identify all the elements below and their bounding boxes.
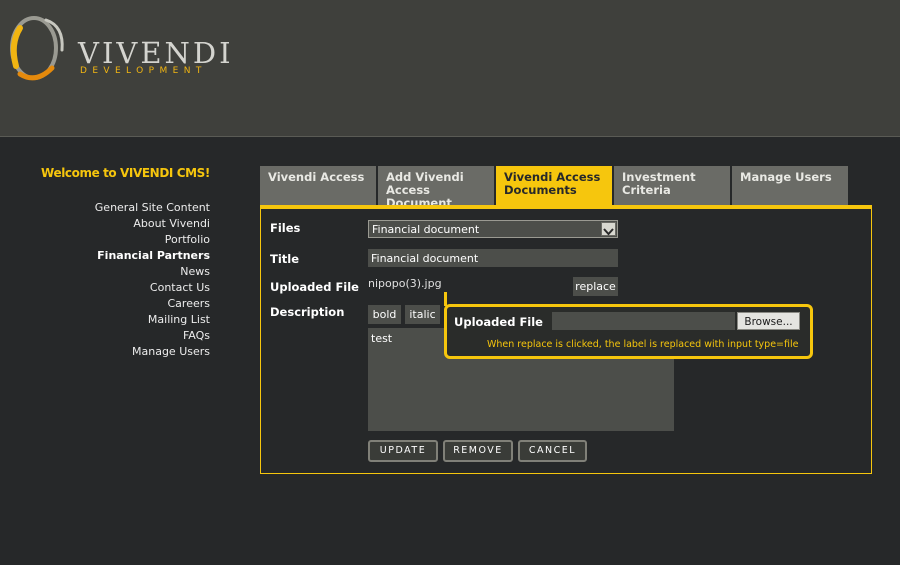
description-label: Description <box>270 305 345 319</box>
files-label: Files <box>270 221 301 235</box>
cancel-button[interactable]: CANCEL <box>518 440 587 462</box>
tab-vivendi-access[interactable]: Vivendi Access <box>260 166 376 205</box>
sidebar-item-general-site-content[interactable]: General Site Content <box>95 200 210 216</box>
browse-button[interactable]: Browse... <box>737 312 800 330</box>
tab-vivendi-access-documents[interactable]: Vivendi Access Documents <box>496 166 612 205</box>
sidebar-item-contact-us[interactable]: Contact Us <box>95 280 210 296</box>
tab-investment-criteria[interactable]: Investment Criteria <box>614 166 730 205</box>
file-path-input[interactable] <box>552 312 735 330</box>
tab-add-vivendi-access-document[interactable]: Add Vivendi Access Document <box>378 166 494 210</box>
sidebar-item-manage-users[interactable]: Manage Users <box>95 344 210 360</box>
update-button[interactable]: UPDATE <box>368 440 438 462</box>
callout-note: When replace is clicked, the label is re… <box>487 339 799 350</box>
welcome-title: Welcome to VIVENDI CMS! <box>41 166 210 180</box>
sidebar-item-mailing-list[interactable]: Mailing List <box>95 312 210 328</box>
tab-label: Vivendi Access <box>268 170 365 184</box>
italic-button[interactable]: italic <box>405 305 440 324</box>
title-input[interactable] <box>368 249 618 267</box>
sidebar-item-careers[interactable]: Careers <box>95 296 211 312</box>
uploaded-file-label: Uploaded File <box>270 280 359 294</box>
remove-button[interactable]: REMOVE <box>443 440 513 462</box>
callout-uploaded-file-label: Uploaded File <box>454 315 543 329</box>
sidebar-item-portfolio[interactable]: Portfolio <box>95 232 210 248</box>
sidebar-nav: General Site Content About Vivendi Portf… <box>95 200 210 360</box>
sidebar-item-news[interactable]: News <box>95 264 210 280</box>
tab-label: Manage Users <box>740 170 832 184</box>
uploaded-filename: nipopo(3).jpg <box>368 277 442 290</box>
files-select-value: Financial document <box>372 223 480 236</box>
title-label: Title <box>270 252 300 266</box>
uploaded-file-callout: Uploaded File Browse... When replace is … <box>444 304 813 359</box>
bold-button[interactable]: bold <box>368 305 401 324</box>
chevron-down-icon[interactable] <box>601 222 616 236</box>
tab-label-line2: Criteria <box>622 183 671 197</box>
replace-button[interactable]: replace <box>573 277 618 296</box>
brand-name: VIVENDI <box>78 36 234 70</box>
sidebar-item-financial-partners[interactable]: Financial Partners <box>95 248 210 264</box>
header: VIVENDI DEVELOPMENT <box>0 0 900 137</box>
tab-label-line2: Documents <box>504 183 577 197</box>
sidebar-item-faqs[interactable]: FAQs <box>95 328 210 344</box>
vivendi-logo-icon <box>10 16 64 81</box>
sidebar-item-about-vivendi[interactable]: About Vivendi <box>95 216 210 232</box>
brand-subtitle: DEVELOPMENT <box>80 66 207 76</box>
files-select[interactable]: Financial document <box>368 220 618 238</box>
tab-manage-users[interactable]: Manage Users <box>732 166 848 205</box>
